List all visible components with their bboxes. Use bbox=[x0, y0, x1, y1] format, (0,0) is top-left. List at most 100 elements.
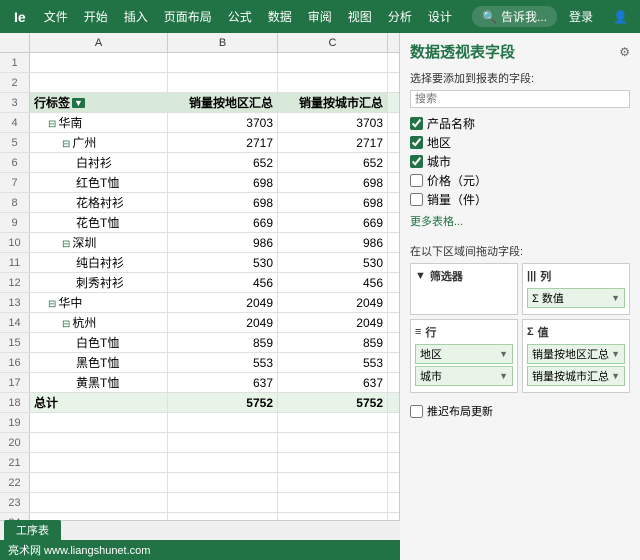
cell-b[interactable]: 859 bbox=[168, 333, 278, 352]
menu-design[interactable]: 设计 bbox=[420, 0, 460, 33]
cell-c[interactable]: 698 bbox=[278, 193, 388, 212]
login-button[interactable]: 登录 bbox=[561, 8, 601, 25]
cell-c[interactable]: 530 bbox=[278, 253, 388, 272]
field-checkbox[interactable] bbox=[410, 155, 423, 168]
collapse-btn[interactable]: ⊟ bbox=[62, 319, 70, 330]
cell-c[interactable]: 2049 bbox=[278, 293, 388, 312]
cell-c[interactable] bbox=[278, 73, 388, 92]
menu-review[interactable]: 审阅 bbox=[300, 0, 340, 33]
dropdown-arrow-icon[interactable]: ▼ bbox=[611, 349, 620, 359]
cell-a[interactable] bbox=[30, 73, 168, 92]
cell-a[interactable]: 黄黑T恤 bbox=[30, 373, 168, 392]
cell-b[interactable] bbox=[168, 433, 278, 452]
cell-a[interactable]: 花格衬衫 bbox=[30, 193, 168, 212]
cell-c[interactable]: 2049 bbox=[278, 313, 388, 332]
cell-c[interactable]: 2717 bbox=[278, 133, 388, 152]
menu-formula[interactable]: 公式 bbox=[220, 0, 260, 33]
cell-c[interactable]: 3703 bbox=[278, 113, 388, 132]
dropdown-arrow-icon[interactable]: ▼ bbox=[611, 293, 620, 303]
cell-b[interactable]: 2049 bbox=[168, 313, 278, 332]
cell-b[interactable]: 3703 bbox=[168, 113, 278, 132]
cell-c[interactable]: 652 bbox=[278, 153, 388, 172]
cell-a[interactable]: ⊟广州 bbox=[30, 133, 168, 152]
cell-b[interactable]: 2049 bbox=[168, 293, 278, 312]
cell-b[interactable] bbox=[168, 53, 278, 72]
cell-a[interactable]: 红色T恤 bbox=[30, 173, 168, 192]
cell-c[interactable]: 销量按城市汇总 bbox=[278, 93, 388, 112]
dropdown-arrow-icon[interactable]: ▼ bbox=[499, 371, 508, 381]
field-checkbox[interactable] bbox=[410, 117, 423, 130]
cell-a[interactable]: ⊟华中 bbox=[30, 293, 168, 312]
defer-update-checkbox[interactable] bbox=[410, 405, 423, 418]
dropdown-arrow-icon[interactable]: ▼ bbox=[611, 371, 620, 381]
cell-a[interactable]: 刺秀衬衫 bbox=[30, 273, 168, 292]
cell-c[interactable]: 698 bbox=[278, 173, 388, 192]
cell-b[interactable]: 698 bbox=[168, 193, 278, 212]
cell-a[interactable] bbox=[30, 493, 168, 512]
collapse-btn[interactable]: ⊟ bbox=[62, 239, 70, 250]
filter-button[interactable]: ▼ bbox=[72, 98, 85, 108]
drag-zone-item[interactable]: 地区▼ bbox=[415, 344, 513, 364]
more-tables-link[interactable]: 更多表格... bbox=[410, 213, 630, 229]
cell-b[interactable]: 669 bbox=[168, 213, 278, 232]
cell-c[interactable]: 5752 bbox=[278, 393, 388, 412]
cell-c[interactable] bbox=[278, 473, 388, 492]
cell-c[interactable] bbox=[278, 453, 388, 472]
drag-zone-item[interactable]: 销量按城市汇总▼ bbox=[527, 366, 625, 386]
menu-layout[interactable]: 页面布局 bbox=[156, 0, 220, 33]
field-checkbox[interactable] bbox=[410, 136, 423, 149]
cell-c[interactable]: 553 bbox=[278, 353, 388, 372]
cell-c[interactable]: 986 bbox=[278, 233, 388, 252]
cell-a[interactable]: 总计 bbox=[30, 393, 168, 412]
drag-zone-columns[interactable]: |||列Σ 数值▼ bbox=[522, 263, 630, 315]
menu-home[interactable]: 开始 bbox=[76, 0, 116, 33]
sheet-tab[interactable]: 工序表 bbox=[4, 520, 61, 540]
cell-b[interactable]: 销量按地区汇总 bbox=[168, 93, 278, 112]
dropdown-arrow-icon[interactable]: ▼ bbox=[499, 349, 508, 359]
cell-a[interactable] bbox=[30, 53, 168, 72]
collapse-btn[interactable]: ⊟ bbox=[48, 119, 56, 130]
drag-zone-item[interactable]: Σ 数值▼ bbox=[527, 288, 625, 308]
cell-a[interactable]: 白衬衫 bbox=[30, 153, 168, 172]
cell-b[interactable] bbox=[168, 73, 278, 92]
cell-a[interactable]: ⊟深圳 bbox=[30, 233, 168, 252]
drag-zone-rows[interactable]: ≡行地区▼城市▼ bbox=[410, 319, 518, 393]
cell-b[interactable] bbox=[168, 473, 278, 492]
menu-view[interactable]: 视图 bbox=[340, 0, 380, 33]
menu-insert[interactable]: 插入 bbox=[116, 0, 156, 33]
cell-b[interactable]: 5752 bbox=[168, 393, 278, 412]
cell-b[interactable]: 986 bbox=[168, 233, 278, 252]
cell-c[interactable] bbox=[278, 413, 388, 432]
cell-a[interactable]: ⊟杭州 bbox=[30, 313, 168, 332]
menu-data[interactable]: 数据 bbox=[260, 0, 300, 33]
cell-a[interactable]: 白色T恤 bbox=[30, 333, 168, 352]
cell-a[interactable]: 行标签 ▼ bbox=[30, 93, 168, 112]
cell-b[interactable] bbox=[168, 453, 278, 472]
user-icon[interactable]: 👤 bbox=[605, 10, 636, 24]
drag-zone-values[interactable]: Σ值销量按地区汇总▼销量按城市汇总▼ bbox=[522, 319, 630, 393]
drag-zone-item[interactable]: 销量按地区汇总▼ bbox=[527, 344, 625, 364]
menu-file[interactable]: 文件 bbox=[36, 0, 76, 33]
drag-zone-item[interactable]: 城市▼ bbox=[415, 366, 513, 386]
tell-me-box[interactable]: 🔍 告诉我... bbox=[472, 6, 557, 27]
cell-c[interactable] bbox=[278, 53, 388, 72]
cell-c[interactable]: 456 bbox=[278, 273, 388, 292]
field-checkbox[interactable] bbox=[410, 193, 423, 206]
cell-c[interactable]: 859 bbox=[278, 333, 388, 352]
collapse-btn[interactable]: ⊟ bbox=[62, 139, 70, 150]
cell-b[interactable] bbox=[168, 413, 278, 432]
cell-c[interactable]: 637 bbox=[278, 373, 388, 392]
cell-a[interactable]: 纯白衬衫 bbox=[30, 253, 168, 272]
cell-b[interactable]: 553 bbox=[168, 353, 278, 372]
cell-a[interactable]: ⊟华南 bbox=[30, 113, 168, 132]
cell-a[interactable] bbox=[30, 473, 168, 492]
cell-a[interactable] bbox=[30, 433, 168, 452]
cell-b[interactable]: 637 bbox=[168, 373, 278, 392]
cell-a[interactable] bbox=[30, 453, 168, 472]
gear-icon[interactable]: ⚙ bbox=[619, 45, 630, 59]
menu-analysis[interactable]: 分析 bbox=[380, 0, 420, 33]
collapse-btn[interactable]: ⊟ bbox=[48, 299, 56, 310]
drag-zone-filter[interactable]: ▼筛选器 bbox=[410, 263, 518, 315]
cell-c[interactable]: 669 bbox=[278, 213, 388, 232]
cell-b[interactable]: 698 bbox=[168, 173, 278, 192]
